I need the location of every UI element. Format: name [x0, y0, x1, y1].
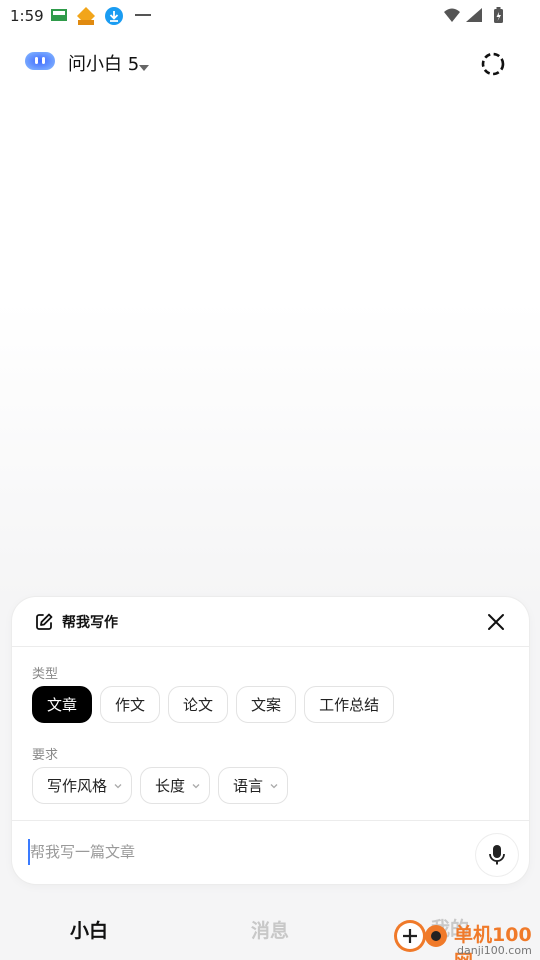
- app-notification-icon: [134, 6, 154, 26]
- history-icon[interactable]: [479, 50, 507, 78]
- nav-tab-messages[interactable]: 消息: [251, 916, 289, 943]
- edit-icon: [34, 612, 54, 632]
- type-chip[interactable]: 作文: [100, 686, 161, 723]
- panel-header: 帮我写作: [12, 597, 529, 647]
- requirement-dropdown[interactable]: 长度: [140, 767, 211, 804]
- microphone-icon: [489, 845, 505, 865]
- type-chip[interactable]: 文案: [236, 686, 297, 723]
- app-notification-icon: [50, 6, 70, 26]
- requirement-dropdown[interactable]: 语言: [218, 767, 289, 804]
- signal-icon: [466, 8, 482, 22]
- system-indicators: [442, 6, 506, 30]
- prompt-input[interactable]: [28, 839, 458, 865]
- status-bar: 1:59: [0, 0, 540, 32]
- type-chip[interactable]: 文章: [32, 686, 93, 723]
- chevron-down-icon: [114, 783, 122, 788]
- prompt-input-area: [12, 820, 529, 884]
- download-icon: [104, 6, 124, 26]
- status-time: 1:59: [10, 7, 44, 25]
- writing-assistant-panel: 帮我写作 类型 文章 作文 论文 文案 工作总结 要求 写作风格 长度 语言: [12, 597, 529, 884]
- requirements-section-label: 要求: [32, 748, 59, 763]
- app-notification-icon: [76, 6, 96, 26]
- type-chip[interactable]: 论文: [168, 686, 229, 723]
- panel-title: 帮我写作: [62, 615, 118, 631]
- model-selector[interactable]: 问小白 5: [68, 50, 139, 76]
- requirements-chip-row: 写作风格 长度 语言: [32, 767, 289, 804]
- chevron-down-icon: [192, 783, 200, 788]
- requirement-label: 语言: [233, 777, 264, 795]
- requirement-dropdown[interactable]: 写作风格: [32, 767, 133, 804]
- wifi-icon: [444, 8, 460, 22]
- chevron-down-icon: [270, 783, 278, 788]
- close-icon[interactable]: [485, 611, 507, 633]
- type-chip[interactable]: 工作总结: [304, 686, 395, 723]
- requirement-label: 写作风格: [47, 777, 108, 795]
- type-section-label: 类型: [32, 667, 59, 682]
- app-logo-icon: [24, 50, 56, 72]
- chevron-down-icon[interactable]: [139, 57, 149, 76]
- watermark-url: danji100.com: [457, 944, 532, 957]
- type-chip-row: 文章 作文 论文 文案 工作总结: [32, 686, 395, 723]
- voice-input-button[interactable]: [476, 834, 518, 876]
- top-header: 问小白 5: [0, 40, 540, 84]
- requirement-label: 长度: [155, 777, 186, 795]
- nav-tab-xiaobai[interactable]: 小白: [70, 916, 108, 943]
